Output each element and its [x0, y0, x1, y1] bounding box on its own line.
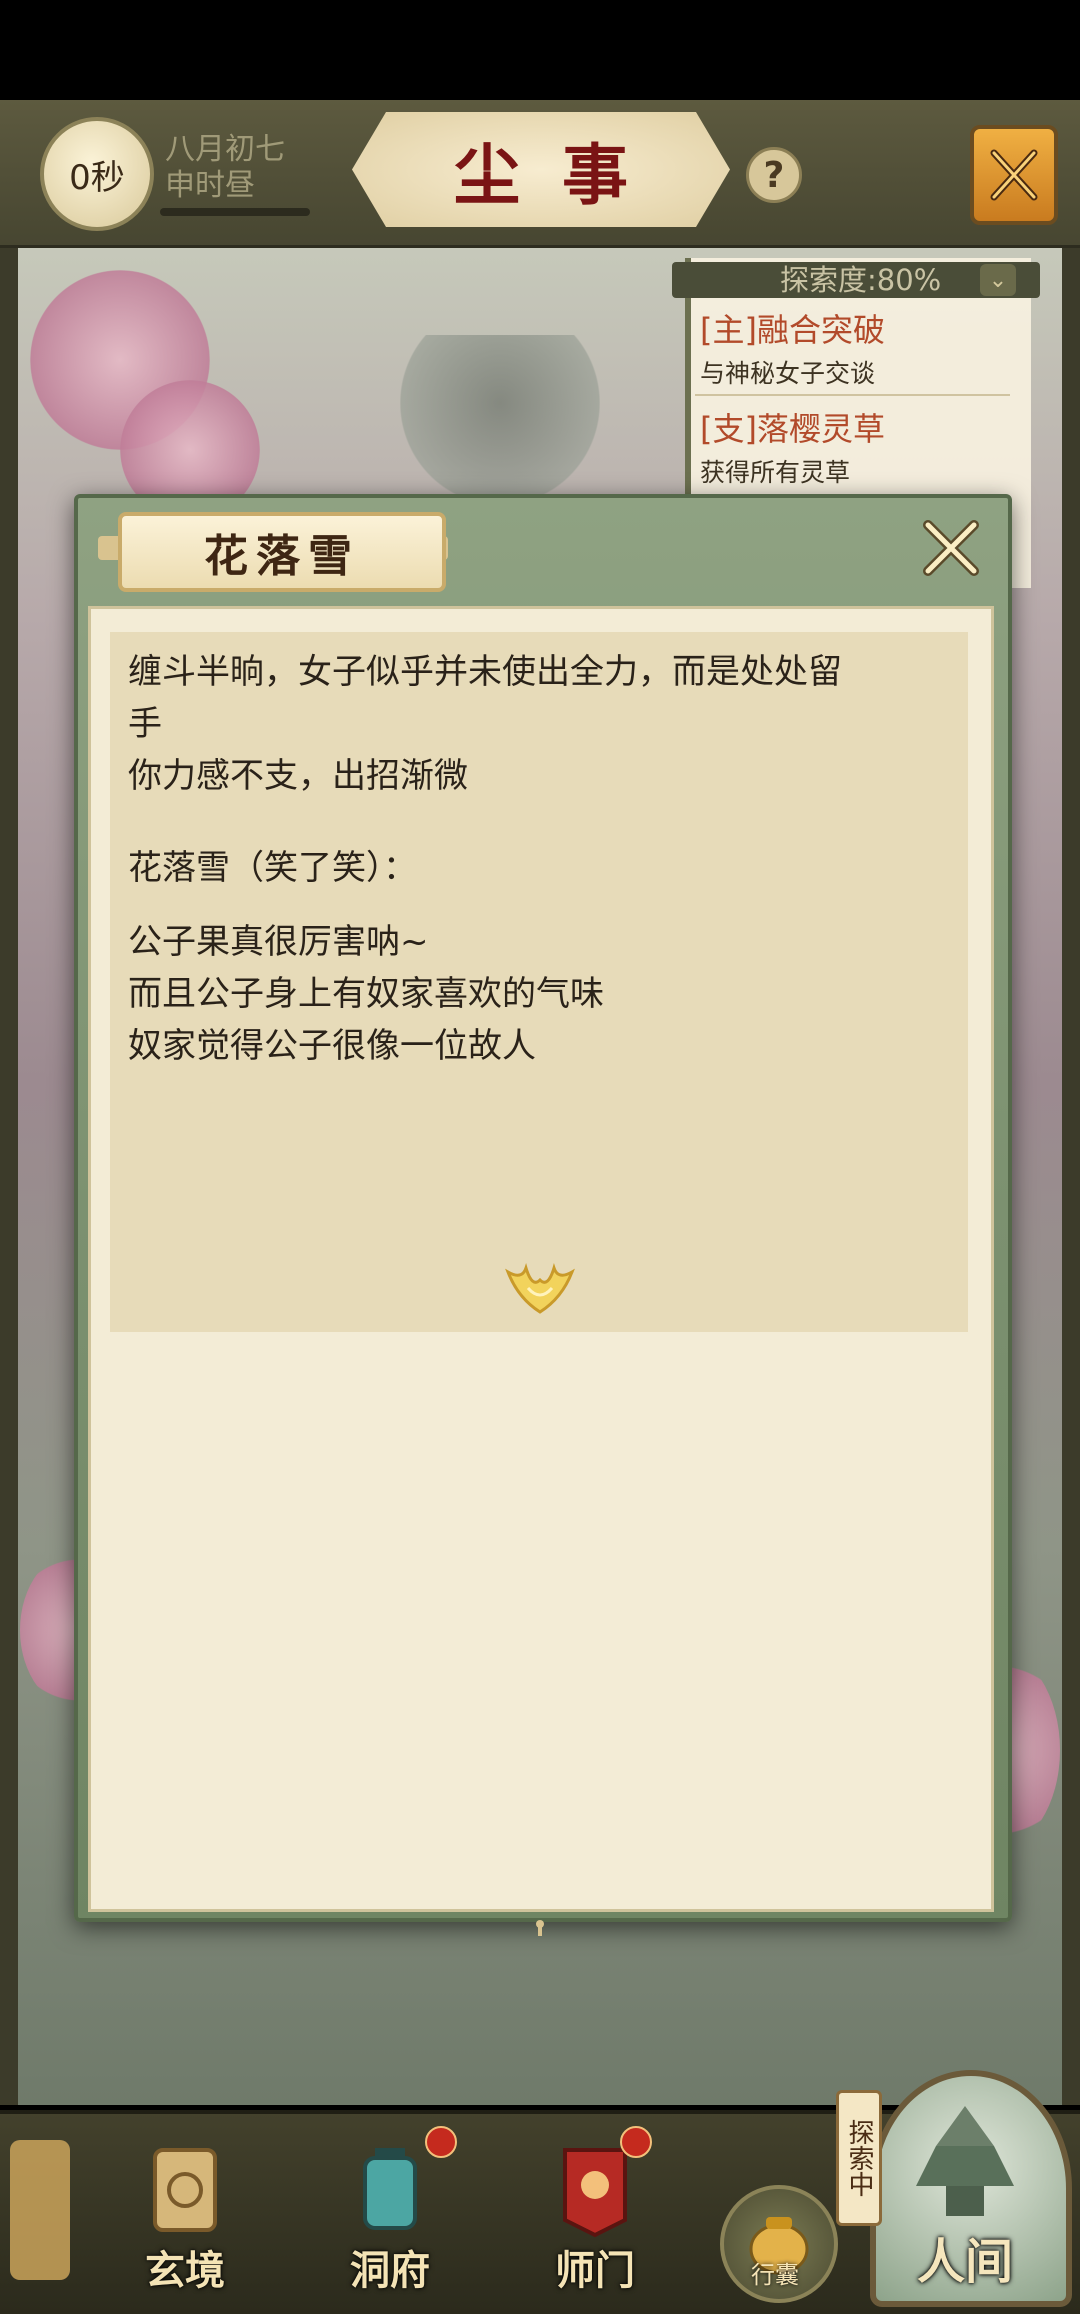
dialog-line: 手 — [128, 704, 162, 744]
time-label: 申时昼 — [165, 168, 255, 203]
close-button[interactable] — [970, 125, 1058, 225]
quest-side-desc: 获得所有灵草 — [700, 458, 851, 487]
scroll-icon — [153, 2148, 217, 2232]
dialog-line: 缠斗半晌，女子似乎并未使出全力，而是处处留 — [128, 652, 842, 692]
pagoda-icon — [916, 2106, 1014, 2216]
quest-side-title[interactable]: [支]落樱灵草 — [700, 404, 885, 450]
dialog-line: 你力感不支，出招渐微 — [128, 756, 468, 796]
dialog-line: 公子果真很厉害呐~ — [128, 922, 429, 962]
speaker-name-plaque: 花落雪 — [118, 512, 446, 592]
dialog-line: 花落雪（笑了笑）： — [128, 848, 417, 888]
page-title: 尘事 — [352, 112, 730, 227]
dialog-line: 而且公子身上有奴家喜欢的气味 — [128, 974, 604, 1014]
time-progress-bar — [160, 208, 310, 216]
nav-label: 玄境 — [145, 2247, 225, 2294]
dialog-bottom-ornament — [536, 1920, 544, 1936]
exploration-label: 探索度:80% — [780, 263, 942, 297]
notification-badge — [425, 2126, 457, 2158]
continue-arrow-icon[interactable] — [502, 1258, 578, 1318]
dialog-close-button[interactable] — [918, 515, 984, 581]
frame-left — [0, 245, 18, 2105]
speaker-name: 花落雪 — [204, 531, 360, 582]
lantern-icon — [363, 2148, 417, 2230]
exploring-status-tag: 探索中 — [836, 2090, 882, 2226]
nav-label: 洞府 — [350, 2247, 430, 2294]
inventory-label: 行囊 — [751, 2261, 799, 2289]
close-icon — [990, 149, 1038, 201]
mountain-silhouette — [400, 335, 600, 505]
scroll-menu-icon[interactable] — [10, 2140, 70, 2280]
top-hud: 0秒 八月初七 申时昼 尘事 ? — [0, 100, 1080, 248]
timer-badge: 0秒 — [40, 117, 154, 231]
chevron-down-icon[interactable]: ⌄ — [980, 264, 1016, 296]
nav-dongfu[interactable]: 洞府 — [315, 2126, 465, 2300]
nav-shimen[interactable]: 师门 — [520, 2126, 670, 2300]
page-title-text: 尘事 — [454, 135, 670, 214]
quest-main-desc: 与神秘女子交谈 — [700, 359, 876, 388]
nav-label: 师门 — [555, 2247, 635, 2294]
help-button[interactable]: ? — [746, 147, 802, 203]
close-icon — [923, 520, 979, 576]
world-map-label: 人间 — [916, 2234, 1013, 2290]
notification-badge — [620, 2126, 652, 2158]
frame-right — [1062, 245, 1080, 2105]
quest-main-title[interactable]: [主]融合突破 — [700, 305, 885, 351]
divider — [695, 394, 1010, 396]
nav-xuanjing[interactable]: 玄境 — [110, 2130, 260, 2300]
dialog-line: 奴家觉得公子很像一位故人 — [128, 1026, 536, 1066]
